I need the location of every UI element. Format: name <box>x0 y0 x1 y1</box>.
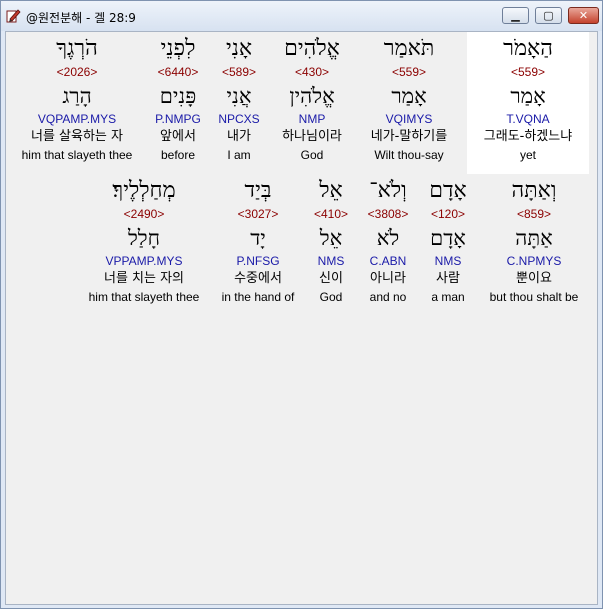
strong-number[interactable]: <589> <box>214 65 264 79</box>
lemma: אֱלֹהִין <box>289 84 335 108</box>
lemma: יָד <box>250 226 266 250</box>
close-icon: ✕ <box>578 9 589 22</box>
title-bar[interactable]: @원전분해 - 겔 28:9 ▁ ▢ ✕ <box>1 1 602 31</box>
english-gloss: Wilt thou-say <box>374 148 444 162</box>
word-cell[interactable]: אָדָם <120> אָדָם NMS 사람 a man <box>420 174 476 316</box>
korean-gloss: 하나님이라 <box>282 129 342 144</box>
close-button[interactable]: ✕ <box>568 7 599 24</box>
lemma: אַתָּה <box>515 226 553 250</box>
word-cell[interactable]: מְחַלְלֶיךָ׃ <2490> חָלַל VPPAMP.MYS 너를 … <box>78 174 210 316</box>
strong-number[interactable]: <559> <box>356 65 462 79</box>
korean-gloss: 신이 <box>319 271 343 286</box>
english-gloss: him that slayeth thee <box>21 148 133 162</box>
korean-gloss: 너를 치는 자의 <box>103 271 185 286</box>
english-gloss: God <box>300 148 324 162</box>
lemma: אָדָם <box>430 226 466 250</box>
lemma: לֹא <box>376 226 400 250</box>
morph-code[interactable]: P.NMPG <box>146 112 210 126</box>
strong-number[interactable]: <3027> <box>214 207 302 221</box>
english-gloss: him that slayeth thee <box>88 290 200 304</box>
word-analysis-panel: הַאָמֹר <559> אָמַר T.VQNA 그래도-하겠느냐 yet … <box>5 31 598 605</box>
hebrew-word: תֹּאמַר <box>383 36 435 61</box>
strong-number[interactable]: <120> <box>420 207 476 221</box>
word-cell[interactable]: הַאָמֹר <559> אָמַר T.VQNA 그래도-하겠느냐 yet <box>467 32 589 174</box>
strong-number[interactable]: <559> <box>467 65 589 79</box>
hebrew-word: בְּיַד <box>244 178 272 203</box>
morph-code[interactable]: NMS <box>420 254 476 268</box>
korean-gloss: 뿐이요 <box>516 271 552 286</box>
lemma: אָמַר <box>391 84 427 108</box>
korean-gloss: 그래도-하겠느냐 <box>483 129 573 144</box>
korean-gloss: 너를 살육하는 자 <box>31 129 123 144</box>
lemma: אָמַר <box>510 84 546 108</box>
word-cell[interactable]: בְּיַד <3027> יָד P.NFSG 수중에서 in the han… <box>214 174 302 316</box>
lemma: הָרַג <box>62 84 92 108</box>
korean-gloss: 앞에서 <box>160 129 196 144</box>
morph-code[interactable]: NMP <box>268 112 356 126</box>
hebrew-word: הֹרְגֶךָ <box>56 36 98 61</box>
english-gloss: but thou shalt be <box>489 290 579 304</box>
morph-code[interactable]: NMS <box>306 254 356 268</box>
english-gloss: a man <box>431 290 465 304</box>
english-gloss: in the hand of <box>221 290 295 304</box>
morph-code[interactable]: C.NPMYS <box>480 254 588 268</box>
lemma: אֲנִי <box>226 84 252 108</box>
app-window: @원전분해 - 겔 28:9 ▁ ▢ ✕ הַאָמֹר <559> אָמַר… <box>0 0 603 609</box>
word-cell[interactable]: תֹּאמַר <559> אָמַר VQIMYS 네가-말하기를 Wilt … <box>356 32 462 174</box>
hebrew-word: וְאַתָּה <box>511 178 557 203</box>
window-title: @원전분해 - 겔 28:9 <box>26 11 136 25</box>
hebrew-word: הַאָמֹר <box>503 36 553 61</box>
morph-code[interactable]: P.NFSG <box>214 254 302 268</box>
hebrew-word: וְלֹא־ <box>369 178 407 203</box>
english-gloss: before <box>160 148 196 162</box>
word-cell[interactable]: לִפְנֵי <6440> פָּנִים P.NMPG 앞에서 before <box>146 32 210 174</box>
hebrew-word: מְחַלְלֶיךָ׃ <box>112 178 176 203</box>
strong-number[interactable]: <2026> <box>12 65 142 79</box>
word-cell[interactable]: וְלֹא־ <3808> לֹא C.ABN 아니라 and no <box>360 174 416 316</box>
english-gloss: and no <box>369 290 407 304</box>
morph-code[interactable]: T.VQNA <box>467 112 589 126</box>
morph-code[interactable]: VPPAMP.MYS <box>78 254 210 268</box>
english-gloss: God <box>319 290 343 304</box>
minimize-icon: ▁ <box>511 9 520 22</box>
word-cell[interactable]: אֵל <410> אֵל NMS 신이 God <box>306 174 356 316</box>
english-gloss: yet <box>519 148 536 162</box>
hebrew-word: אָדָם <box>429 178 467 203</box>
korean-gloss: 사람 <box>436 271 460 286</box>
minimize-button[interactable]: ▁ <box>502 7 529 24</box>
korean-gloss: 내가 <box>227 129 251 144</box>
morph-code[interactable]: NPCXS <box>214 112 264 126</box>
hebrew-word: לִפְנֵי <box>160 36 196 61</box>
hebrew-word: אֵל <box>319 178 343 203</box>
word-cell[interactable]: אָנִי <589> אֲנִי NPCXS 내가 I am <box>214 32 264 174</box>
word-cell[interactable]: הֹרְגֶךָ <2026> הָרַג VQPAMP.MYS 너를 살육하는… <box>12 32 142 174</box>
hebrew-word: אָנִי <box>225 36 253 61</box>
word-cell[interactable]: וְאַתָּה <859> אַתָּה C.NPMYS 뿐이요 but th… <box>480 174 588 316</box>
korean-gloss: 아니라 <box>370 271 406 286</box>
morph-code[interactable]: VQIMYS <box>356 112 462 126</box>
lemma: אֵל <box>319 226 343 250</box>
lemma: חָלַל <box>127 226 161 250</box>
word-cell[interactable]: אֱלֹהִים <430> אֱלֹהִין NMP 하나님이라 God <box>268 32 356 174</box>
maximize-icon: ▢ <box>543 9 554 22</box>
strong-number[interactable]: <410> <box>306 207 356 221</box>
english-gloss: I am <box>227 148 251 162</box>
strong-number[interactable]: <430> <box>268 65 356 79</box>
hebrew-word: אֱלֹהִים <box>284 36 340 61</box>
korean-gloss: 수중에서 <box>234 271 282 286</box>
pencil-book-icon[interactable] <box>6 8 21 23</box>
strong-number[interactable]: <2490> <box>78 207 210 221</box>
strong-number[interactable]: <6440> <box>146 65 210 79</box>
korean-gloss: 네가-말하기를 <box>370 129 448 144</box>
morph-code[interactable]: C.ABN <box>360 254 416 268</box>
lemma: פָּנִים <box>159 84 197 108</box>
maximize-button[interactable]: ▢ <box>535 7 562 24</box>
verse-row-2: וְאַתָּה <859> אַתָּה C.NPMYS 뿐이요 but th… <box>6 174 597 316</box>
strong-number[interactable]: <3808> <box>360 207 416 221</box>
morph-code[interactable]: VQPAMP.MYS <box>12 112 142 126</box>
verse-row-1: הַאָמֹר <559> אָמַר T.VQNA 그래도-하겠느냐 yet … <box>6 32 597 174</box>
strong-number[interactable]: <859> <box>480 207 588 221</box>
